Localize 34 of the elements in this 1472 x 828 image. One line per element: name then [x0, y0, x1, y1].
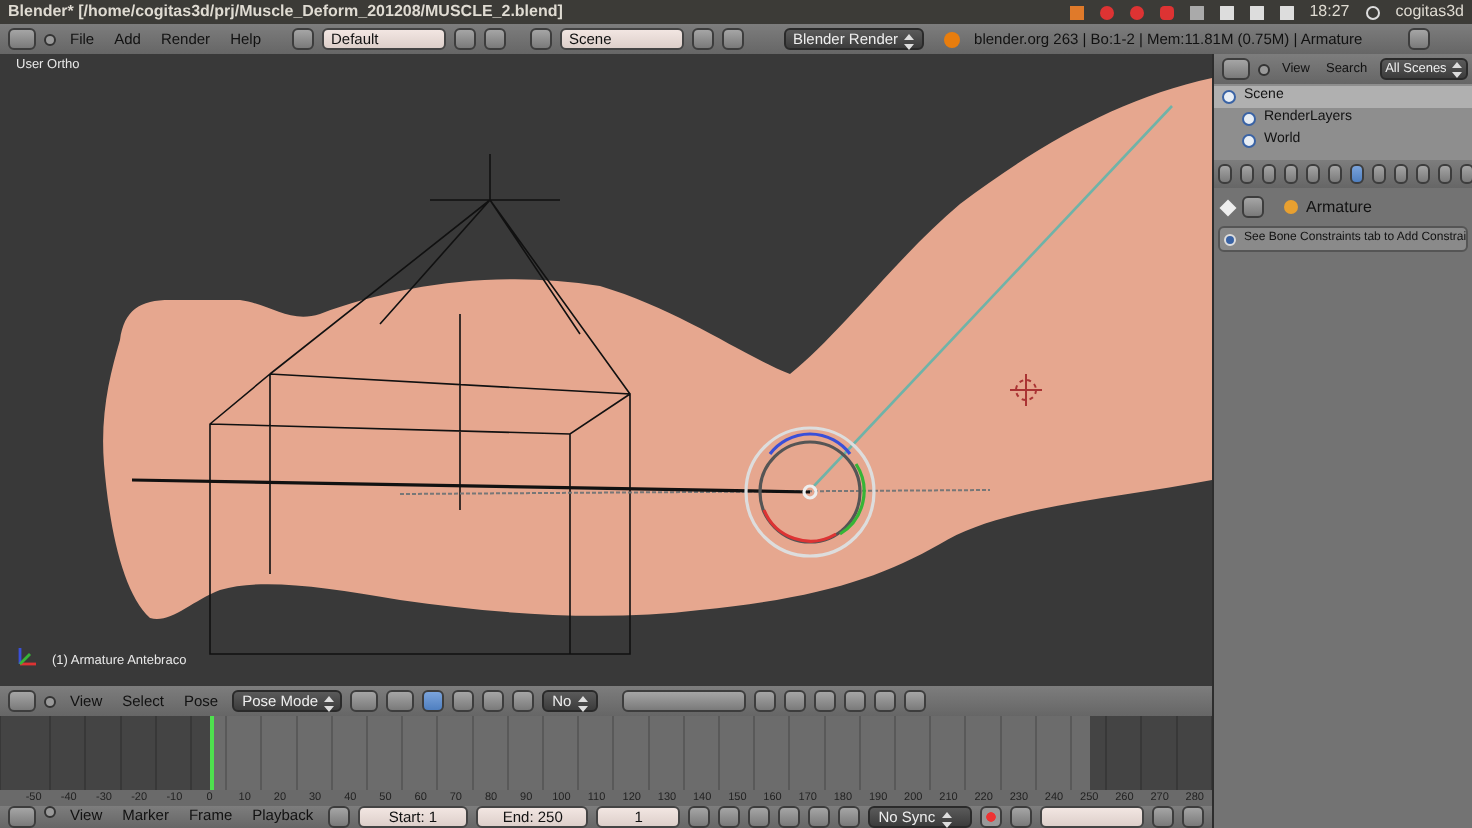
properties-tab-icon[interactable]	[1306, 164, 1320, 184]
collapse-icon[interactable]	[44, 695, 56, 707]
properties-tab-icon[interactable]	[1394, 164, 1408, 184]
properties-tab-icon[interactable]	[1416, 164, 1430, 184]
properties-tab-icon[interactable]	[1372, 164, 1386, 184]
collapse-icon[interactable]	[44, 33, 56, 45]
clock[interactable]: 18:27	[1309, 2, 1350, 22]
properties-tab-icon[interactable]	[1284, 164, 1298, 184]
dot-icon[interactable]	[1129, 5, 1144, 19]
properties-tab-icon[interactable]	[1438, 164, 1452, 184]
user-name[interactable]: cogitas3d	[1395, 2, 1464, 22]
collapse-icon[interactable]	[1258, 63, 1270, 75]
properties-tab-icon[interactable]	[1350, 164, 1364, 184]
context-label: Armature	[1306, 197, 1372, 217]
up-down-arrow-icon	[1452, 60, 1463, 77]
properties-tab-icon[interactable]	[1240, 164, 1254, 184]
axis-icon	[18, 648, 36, 666]
power-icon[interactable]	[1365, 5, 1380, 19]
up-down-arrow-icon	[577, 694, 588, 711]
circle-icon[interactable]	[1099, 5, 1114, 19]
up-down-arrow-icon	[324, 694, 335, 711]
properties-tab-icon[interactable]	[1328, 164, 1342, 184]
up-down-arrow-icon	[904, 32, 915, 49]
keying-set-field[interactable]	[1040, 806, 1145, 828]
properties-tab-icon[interactable]	[1460, 164, 1472, 184]
cursor-icon	[1009, 373, 1043, 407]
collapse-icon[interactable]	[44, 806, 56, 818]
playhead[interactable]	[209, 716, 214, 790]
properties-tab-icon[interactable]	[1262, 164, 1276, 184]
rotation-gizmo-drawing	[744, 426, 876, 558]
window-title: Blender* [/home/cogitas3d/prj/Muscle_Deform_201208/MUSCLE_2.blend]	[8, 2, 563, 22]
info-icon	[1224, 233, 1236, 246]
up-down-arrow-icon	[941, 810, 952, 827]
record-icon[interactable]	[980, 806, 1003, 828]
